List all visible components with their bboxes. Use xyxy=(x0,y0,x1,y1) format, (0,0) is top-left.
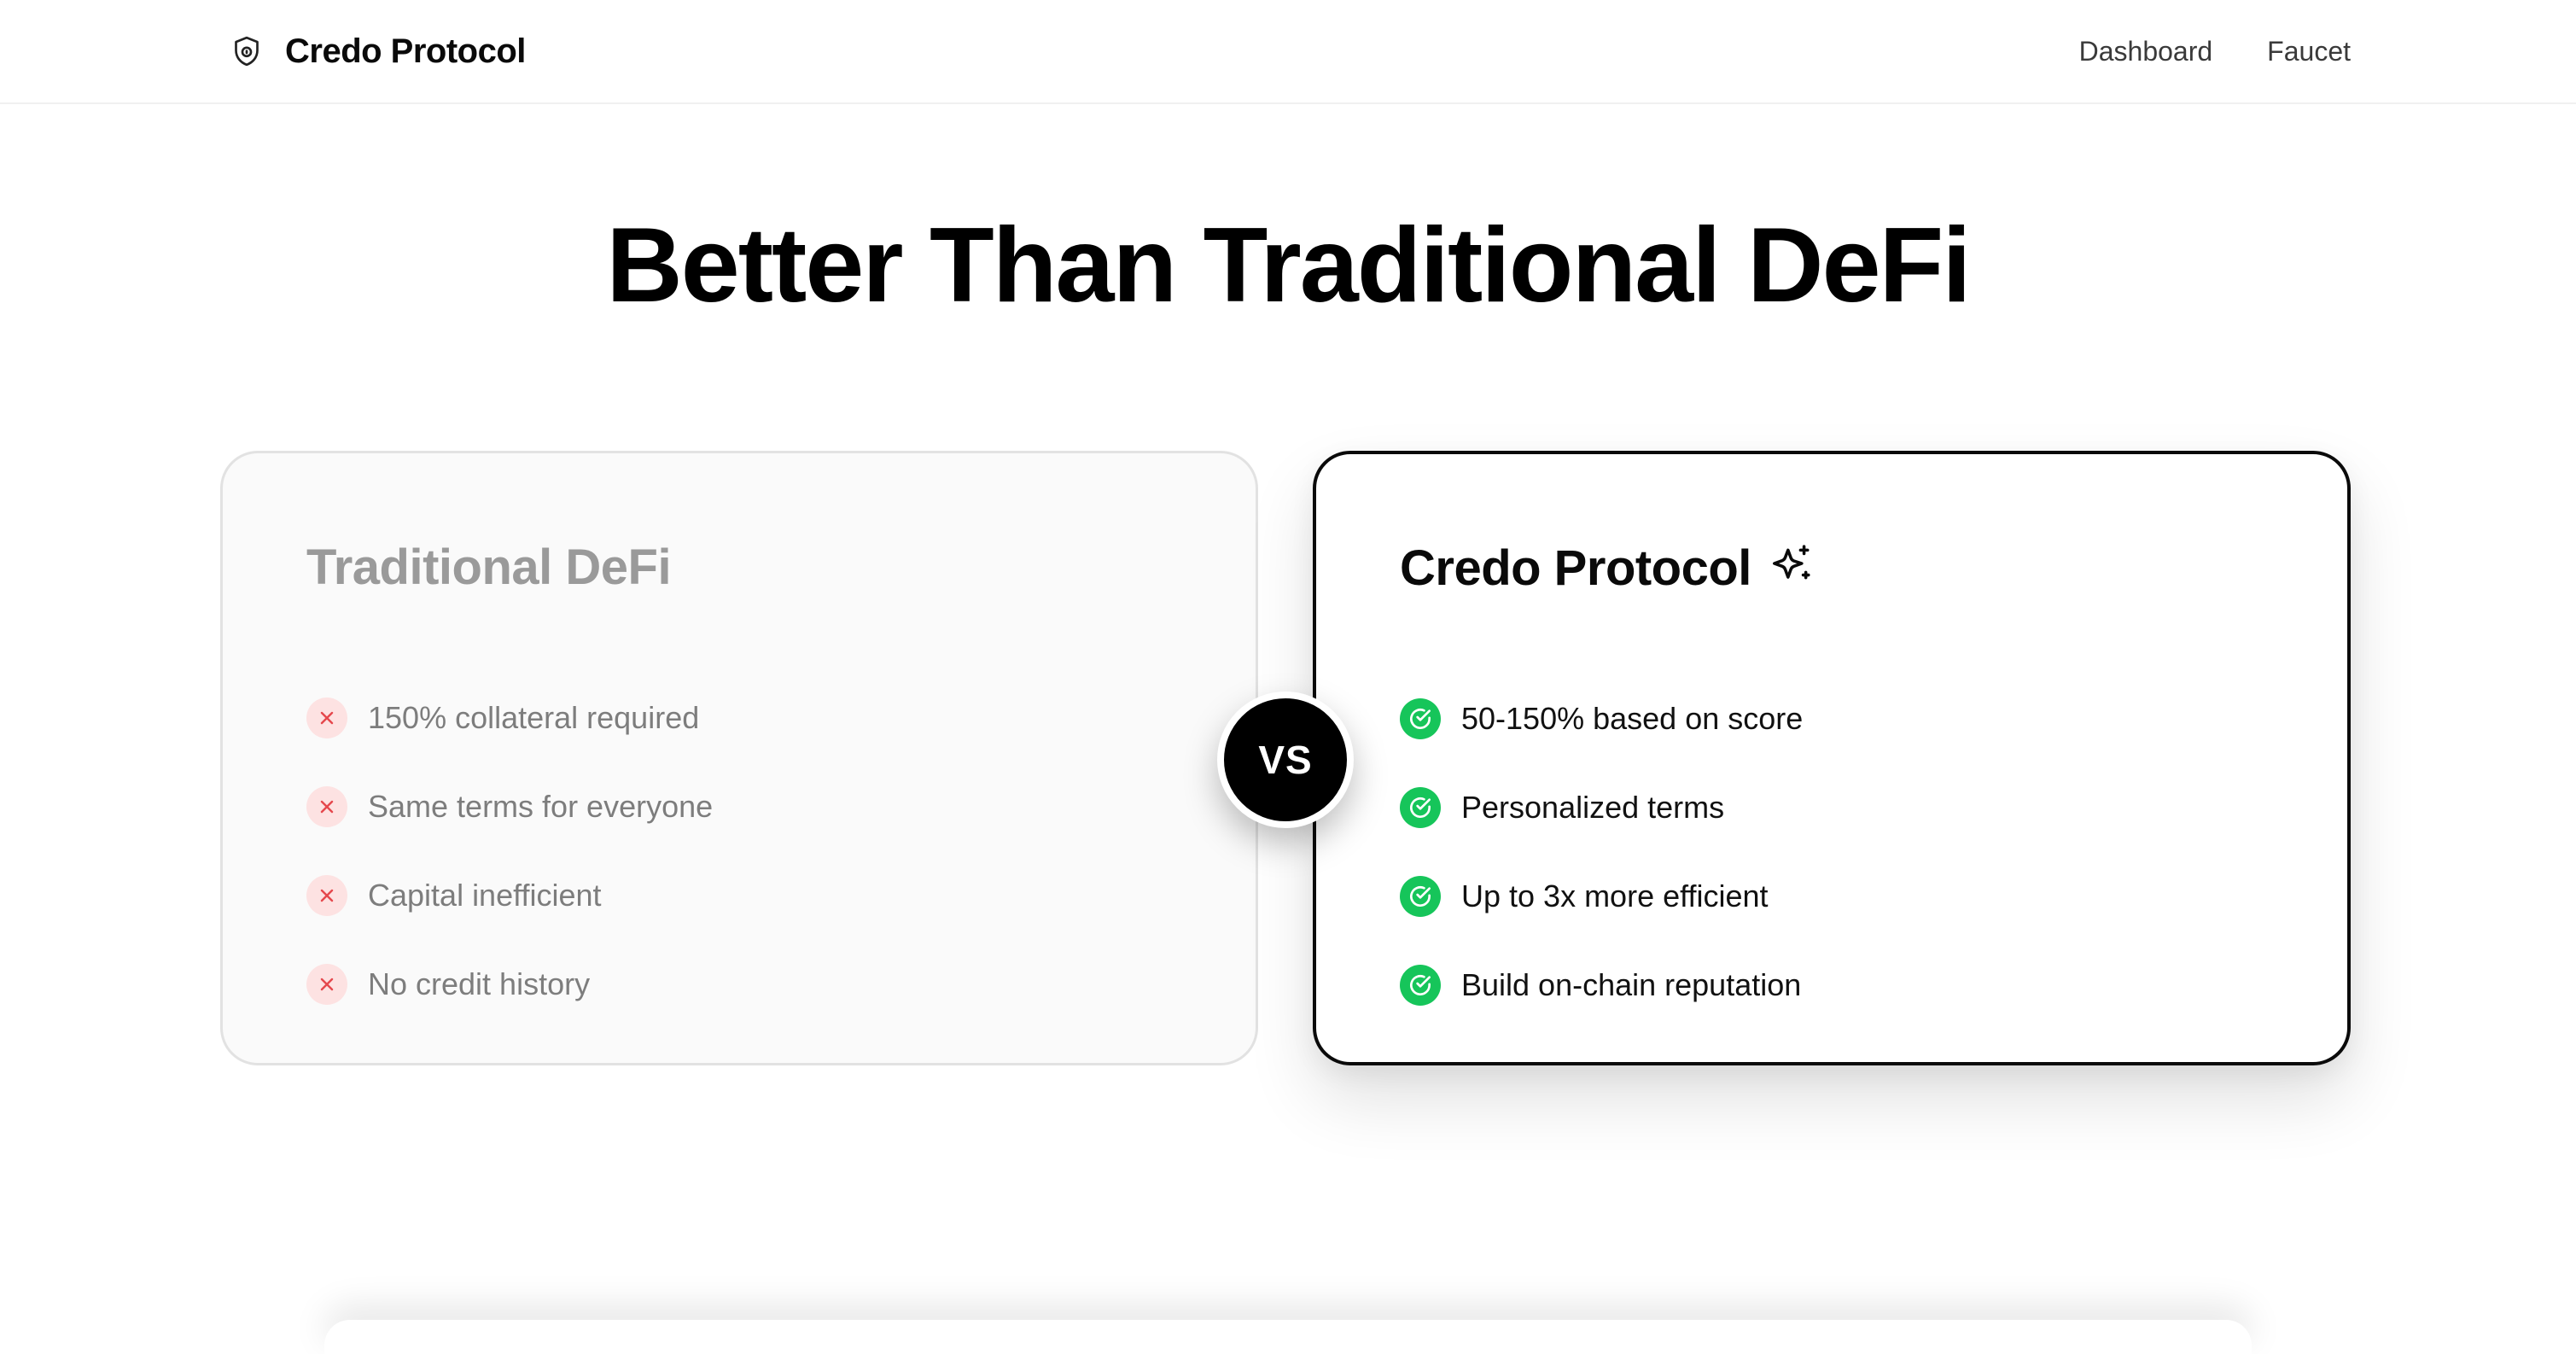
navbar: Credo Protocol Dashboard Faucet xyxy=(0,0,2576,104)
nav-link-faucet[interactable]: Faucet xyxy=(2267,36,2351,67)
traditional-card-title-text: Traditional DeFi xyxy=(306,540,672,595)
feature-text: Same terms for everyone xyxy=(368,789,714,824)
vs-badge: VS xyxy=(1217,692,1354,828)
list-item: Capital inefficient xyxy=(306,851,713,940)
credo-feature-list: 50-150% based on score Personalized term… xyxy=(1400,674,1803,1030)
nav-link-dashboard[interactable]: Dashboard xyxy=(2079,36,2213,67)
feature-text: No credit history xyxy=(368,966,591,1001)
x-icon xyxy=(306,786,347,827)
list-item: Build on-chain reputation xyxy=(1400,941,1803,1030)
feature-text: Build on-chain reputation xyxy=(1461,967,1802,1002)
section-title: Better Than Traditional DeFi xyxy=(606,207,1972,324)
list-item: Personalized terms xyxy=(1400,763,1803,852)
feature-text: Up to 3x more efficient xyxy=(1461,878,1769,913)
credo-card-title-text: Credo Protocol xyxy=(1400,540,1751,596)
next-section-card-edge xyxy=(324,1320,2252,1354)
check-circle-icon xyxy=(1400,787,1441,828)
list-item: Up to 3x more efficient xyxy=(1400,852,1803,941)
credo-protocol-card: Credo Protocol 50-150% based on score Pe… xyxy=(1313,451,2351,1065)
feature-text: Personalized terms xyxy=(1461,790,1725,825)
shield-lock-icon xyxy=(227,32,266,71)
credo-card-title: Credo Protocol xyxy=(1400,540,1813,597)
x-icon xyxy=(306,875,347,916)
sparkles-icon xyxy=(1770,540,1813,597)
x-icon xyxy=(306,697,347,738)
traditional-feature-list: 150% collateral required Same terms for … xyxy=(306,674,713,1029)
traditional-card-title: Traditional DeFi xyxy=(306,539,672,596)
feature-text: Capital inefficient xyxy=(368,878,602,913)
vs-label: VS xyxy=(1258,738,1313,782)
feature-text: 150% collateral required xyxy=(368,700,700,735)
check-circle-icon xyxy=(1400,965,1441,1006)
list-item: 150% collateral required xyxy=(306,674,713,762)
brand-logo-link[interactable]: Credo Protocol xyxy=(227,26,526,77)
feature-text: 50-150% based on score xyxy=(1461,701,1804,736)
check-circle-icon xyxy=(1400,876,1441,917)
list-item: Same terms for everyone xyxy=(306,762,713,851)
check-circle-icon xyxy=(1400,698,1441,739)
list-item: No credit history xyxy=(306,940,713,1029)
x-icon xyxy=(306,964,347,1005)
list-item: 50-150% based on score xyxy=(1400,674,1803,763)
traditional-defi-card: Traditional DeFi 150% collateral require… xyxy=(220,451,1258,1065)
nav-links: Dashboard Faucet xyxy=(2079,26,2351,77)
brand-name: Credo Protocol xyxy=(285,32,526,70)
